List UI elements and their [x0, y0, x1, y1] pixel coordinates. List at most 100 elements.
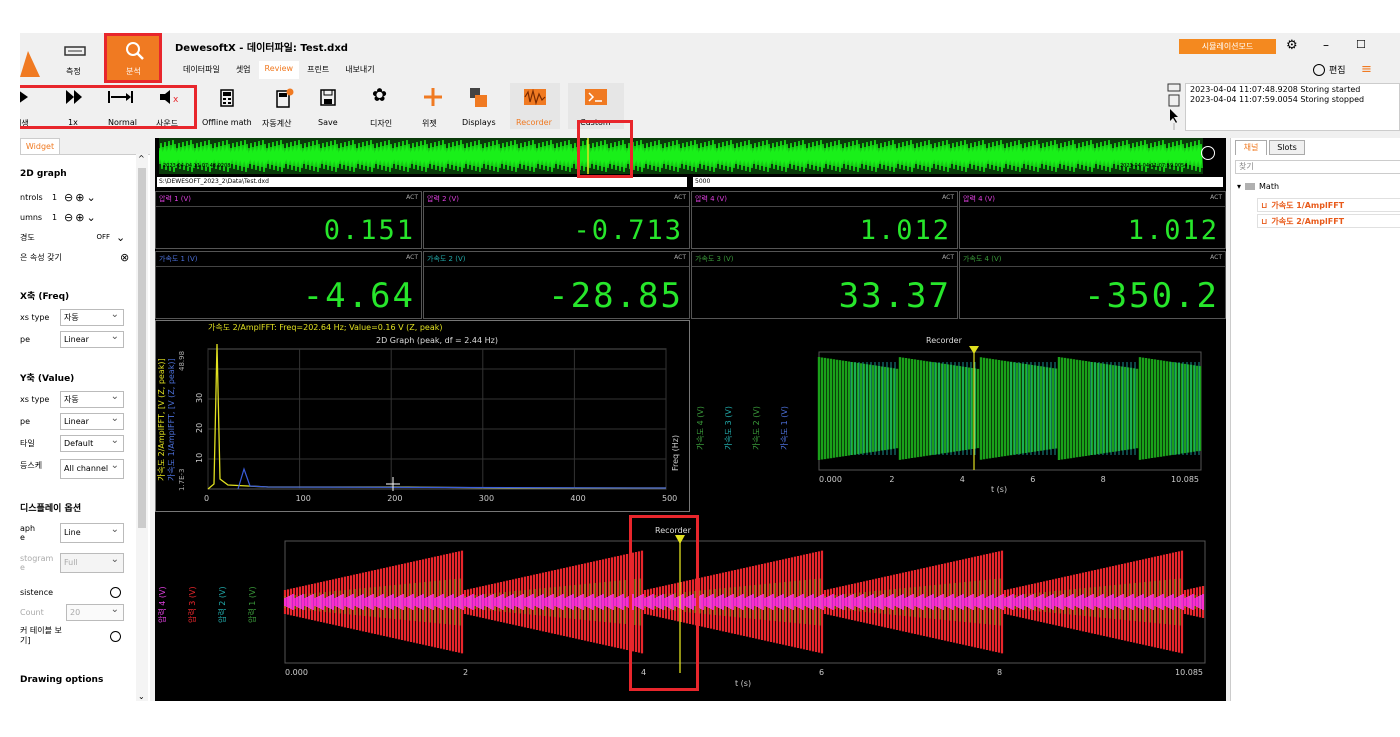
simulation-mode-badge[interactable]: 시뮬레이션모드	[1179, 39, 1276, 54]
clock-icon[interactable]	[1201, 146, 1215, 160]
tab-analysis[interactable]: 분석	[104, 33, 162, 83]
menu-print[interactable]: 프린트	[299, 61, 337, 79]
chevron-circle-icon[interactable]: ⌄	[86, 211, 95, 224]
digital-meter[interactable]: 가속도 4 (V) ACT -350.2	[959, 251, 1226, 319]
minus-circle-icon[interactable]: ⊖	[64, 191, 73, 204]
scroll-thumb[interactable]	[138, 168, 146, 528]
chevron-circle-icon[interactable]: ⌄	[116, 231, 125, 244]
y-scale-select[interactable]: Linear	[60, 411, 124, 430]
displays-button[interactable]: Displays	[460, 85, 500, 127]
x-tick-label: 0.000	[819, 475, 842, 484]
meter-value: -350.2	[1084, 276, 1219, 316]
digital-meter[interactable]: 압력 2 (V) ACT -0.713	[423, 191, 690, 249]
channel-label: 압력 3 (V)	[187, 586, 197, 623]
menu-export[interactable]: 내보내기	[337, 61, 382, 79]
check-circle-icon[interactable]: ⊗	[120, 251, 129, 264]
scroll-down-icon[interactable]: ⌄	[138, 692, 145, 701]
x-axis-label: t (s)	[735, 679, 751, 688]
widget-button[interactable]: 위젯	[418, 85, 448, 128]
menu-setup[interactable]: 셋업	[228, 61, 259, 79]
play-label: 재생	[20, 119, 29, 128]
x-tick-label: 200	[387, 494, 402, 503]
offline-math-label: Offline math	[202, 118, 252, 127]
scrollbar[interactable]: ^ ⌄	[136, 154, 148, 701]
speed-label: 1x	[68, 118, 78, 127]
plus-circle-icon[interactable]: ⊕	[75, 191, 84, 204]
y-type-select[interactable]: 자동	[60, 389, 124, 408]
tab-measure-label: 측정	[66, 67, 81, 76]
compass-icon	[1313, 63, 1325, 76]
normal-button[interactable]: Normal	[102, 85, 142, 127]
collapse-arrow-icon[interactable]: ▾	[1237, 182, 1241, 191]
section-2d-graph: 2D graph	[20, 169, 67, 179]
digital-meter[interactable]: 가속도 1 (V) ACT -4.64	[155, 251, 422, 319]
digital-meter[interactable]: 압력 4 (V) ACT 1.012	[959, 191, 1226, 249]
custom-button[interactable]: Custom	[568, 83, 624, 129]
y-tick-label: 30	[195, 393, 204, 403]
channel-search-input[interactable]: 찾기	[1235, 160, 1400, 174]
digital-meter[interactable]: 압력 4 (V) ACT 1.012	[691, 191, 958, 249]
y-axis-label-1: 가속도 2/AmplFFT, [V (Z, peak)]	[157, 358, 166, 481]
meter-value: 1.012	[859, 215, 951, 246]
same-props-row: 은 속성 갖기 ⊗	[20, 247, 150, 267]
math-group[interactable]: ▾ Math	[1237, 182, 1279, 191]
chevron-circle-icon[interactable]: ⌄	[86, 191, 95, 204]
fft-chart-icon: ⊔	[1261, 216, 1268, 226]
fft-cursor-readout: 가속도 2/AmplFFT: Freq=202.64 Hz; Value=0.1…	[208, 323, 443, 332]
save-button[interactable]: Save	[314, 85, 344, 127]
x-type-select[interactable]: 자동	[60, 307, 124, 326]
channel-item[interactable]: ⊔ 가속도 1/AmplFFT	[1257, 198, 1400, 212]
x-scale-select[interactable]: Linear	[60, 329, 124, 348]
play-button[interactable]: 재생	[20, 85, 50, 128]
recorder-bottom[interactable]: Recorder 압력 4 (V) 압력 3 (V) 압력 2 (V) 압력 1 (V)…	[155, 515, 1226, 701]
x-axis-label: t (s)	[991, 485, 1007, 494]
speed-button[interactable]: 1x	[60, 85, 90, 127]
digital-meter[interactable]: 압력 1 (V) ACT 0.151	[155, 191, 422, 249]
graph-type-select[interactable]: Line	[60, 521, 124, 543]
y-style-select[interactable]: Default	[60, 433, 124, 452]
tab-analysis-label: 분석	[126, 67, 141, 76]
meter-value: -4.64	[302, 276, 415, 316]
cursor-marker	[969, 346, 979, 354]
widget-tab[interactable]: Widget	[20, 138, 60, 154]
gear-icon[interactable]: ⚙	[1286, 38, 1298, 53]
offline-math-button[interactable]: Offline math	[202, 85, 254, 127]
auto-calc-button[interactable]: 자동계산	[260, 85, 310, 128]
same-props-label: 은 속성 갖기	[20, 252, 62, 262]
menu-datafile[interactable]: 데이터파일	[175, 61, 228, 79]
meter-act: ACT	[674, 194, 686, 201]
digital-meter[interactable]: 가속도 2 (V) ACT -28.85	[423, 251, 690, 319]
hamburger-icon[interactable]: ≡	[1361, 62, 1372, 77]
maximize-button[interactable]: ☐	[1356, 38, 1366, 51]
cursor-table-row: 커 테이블 보 기]	[20, 622, 150, 650]
sound-button[interactable]: x 사운드	[150, 85, 190, 128]
digital-meter[interactable]: 가속도 3 (V) ACT 33.37	[691, 251, 958, 319]
design-button[interactable]: ✿ 디자인	[366, 85, 396, 128]
rate-field[interactable]: 5000	[693, 177, 1223, 187]
radio-circle-icon[interactable]	[110, 586, 121, 598]
auto-calc-label: 자동계산	[262, 119, 292, 128]
minimize-button[interactable]: –	[1323, 38, 1329, 52]
recorder-button[interactable]: Recorder	[510, 83, 560, 129]
histogram-select[interactable]: Full	[60, 551, 124, 573]
x-tick-label: 4	[960, 475, 965, 484]
channel-label: 가속도 3 (V)	[724, 406, 733, 450]
y-same-select[interactable]: All channel	[60, 457, 124, 479]
recorder-top[interactable]: Recorder 가속도 4 (V) 가속도 3 (V) 가속도 2 (V) 가속도 1…	[691, 320, 1226, 512]
overview-strip[interactable]	[159, 138, 1203, 174]
scroll-up-icon[interactable]: ^	[138, 154, 145, 163]
meter-value: -28.85	[548, 276, 683, 316]
plus-circle-icon[interactable]: ⊕	[75, 211, 84, 224]
radio-circle-icon[interactable]	[110, 630, 121, 642]
channel-label: 압력 4 (V)	[157, 586, 167, 623]
fft-2d-graph[interactable]: 가속도 2/AmplFFT: Freq=202.64 Hz; Value=0.1…	[155, 320, 690, 512]
edit-button[interactable]: 편집	[1313, 63, 1346, 76]
channels-tab[interactable]: 채널	[1235, 140, 1267, 155]
tab-measure[interactable]: 측정	[52, 39, 104, 79]
channel-item[interactable]: ⊔ 가속도 2/AmplFFT	[1257, 214, 1400, 228]
slots-tab[interactable]: Slots	[1269, 140, 1305, 155]
minus-circle-icon[interactable]: ⊖	[64, 211, 73, 224]
count-input[interactable]: 20	[66, 602, 124, 621]
menu-review[interactable]: Review	[258, 61, 300, 79]
file-path-field[interactable]: S:\DEWESOFT_2023_2\Data\Test.dxd	[157, 177, 687, 187]
